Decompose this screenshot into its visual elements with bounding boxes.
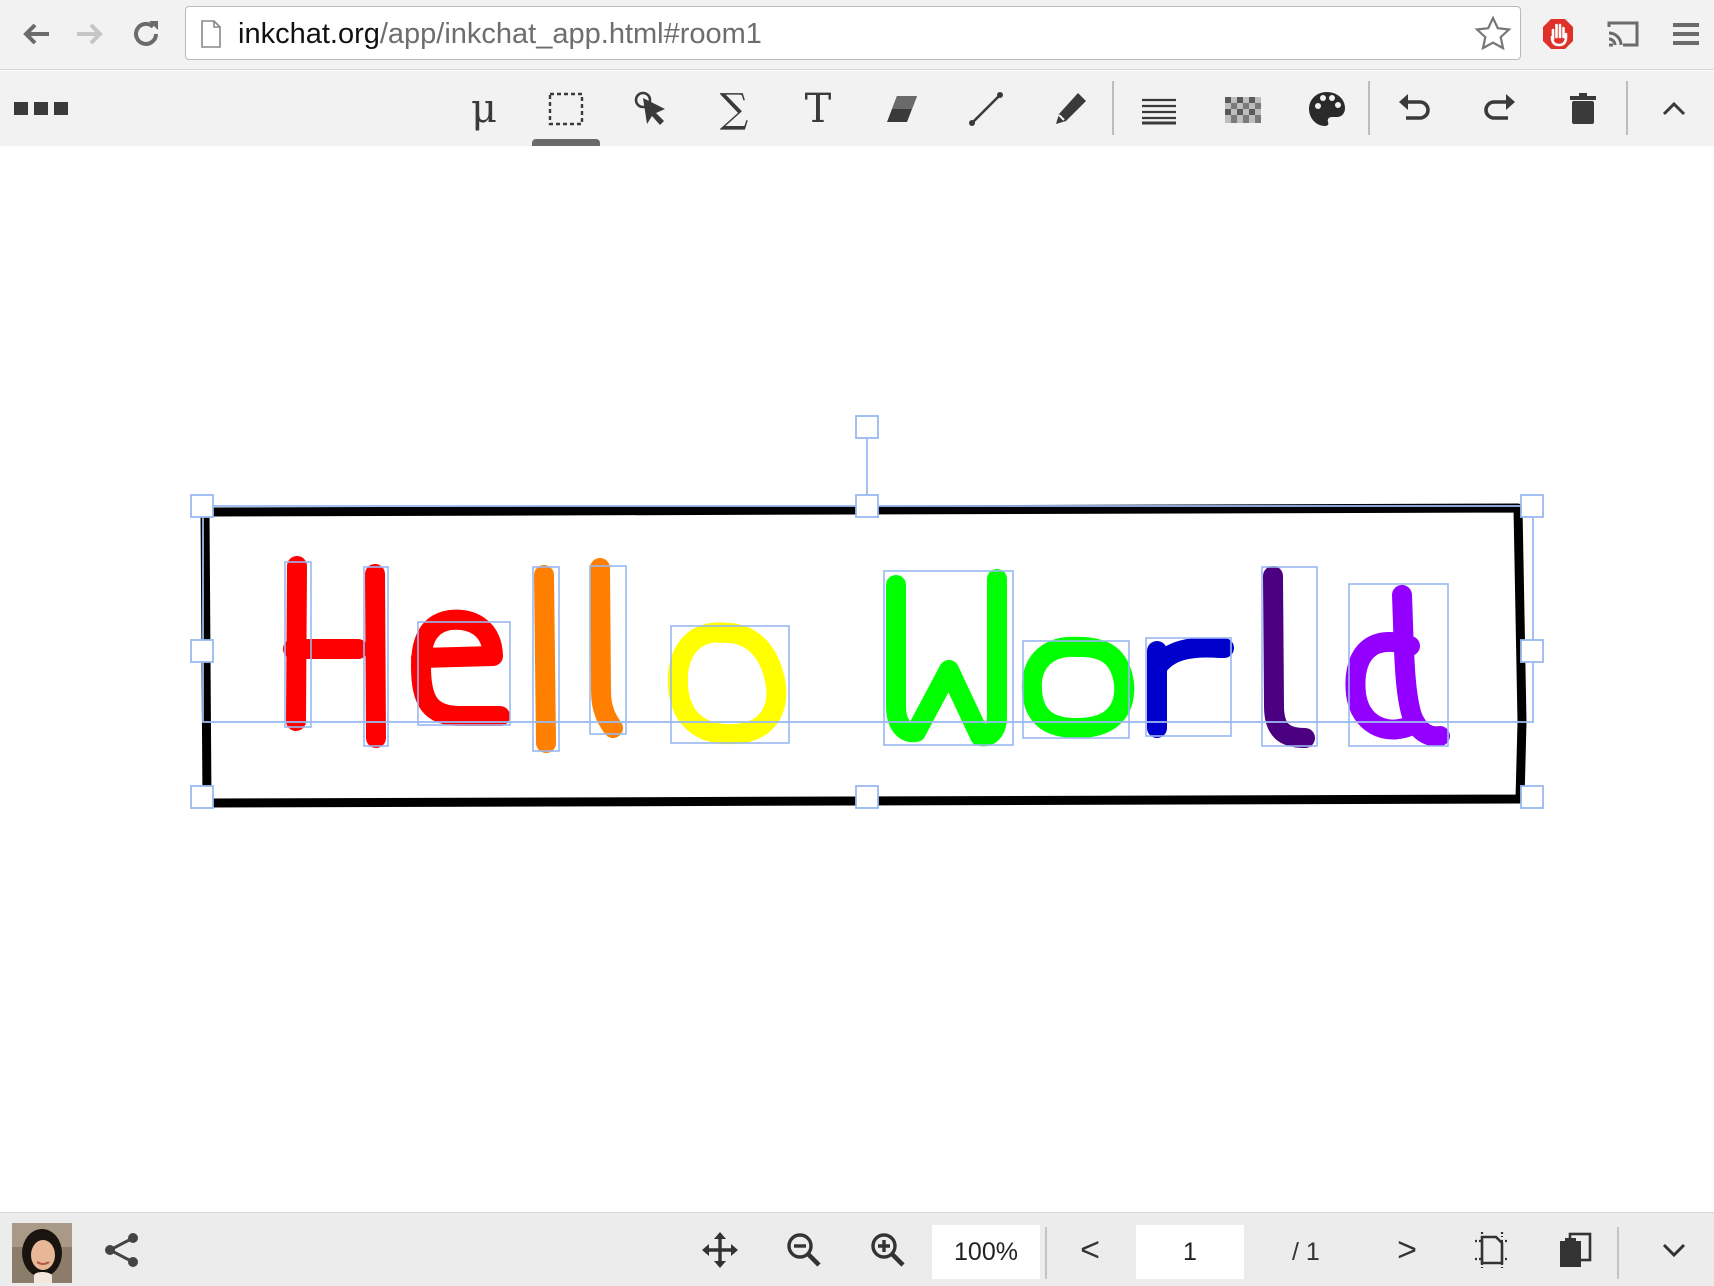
zoom-in-icon: [871, 1233, 905, 1267]
avatar[interactable]: [12, 1223, 72, 1283]
redo-icon: [1484, 93, 1515, 120]
toolbar-divider: [1368, 81, 1370, 135]
resize-handle: [855, 785, 879, 809]
bottombar-divider: [1045, 1227, 1047, 1279]
bottom-toolbar: 100% < 1 / 1 >: [0, 1212, 1714, 1286]
resize-handle: [1520, 494, 1544, 518]
tool-line[interactable]: [948, 71, 1024, 146]
collapse-toolbar-button[interactable]: [1636, 71, 1712, 146]
page-total: / 1: [1292, 1238, 1320, 1266]
letter-d: [1345, 585, 1450, 747]
forward-arrow-icon: [77, 23, 103, 45]
reload-icon: [134, 21, 158, 46]
letter-w: [886, 569, 1007, 747]
back-arrow-icon: [23, 23, 49, 45]
toolbar-divider: [1626, 81, 1628, 135]
zoom-out-icon: [787, 1233, 821, 1267]
delete-button[interactable]: [1545, 71, 1621, 146]
rotate-handle: [855, 415, 879, 439]
three-squares-icon: [14, 101, 68, 115]
letter-r: [1147, 637, 1234, 738]
zoom-level[interactable]: 100%: [932, 1225, 1040, 1279]
tool-pencil[interactable]: [1032, 71, 1108, 146]
line-icon: [969, 91, 1003, 126]
zoom-in-button[interactable]: [858, 1221, 918, 1279]
chevron-down-icon: [1662, 1243, 1686, 1258]
page-number-input[interactable]: 1: [1136, 1225, 1244, 1279]
forward-button[interactable]: [68, 12, 112, 56]
letter-l-1: [534, 565, 556, 753]
back-button[interactable]: [14, 12, 58, 56]
prev-page-button[interactable]: <: [1060, 1221, 1120, 1279]
letter-o-2: [1021, 636, 1135, 739]
url-text: inkchat.org/app/inkchat_app.html#room1: [238, 17, 762, 51]
browser-chrome: inkchat.org/app/inkchat_app.html#room1: [0, 0, 1714, 70]
undo-icon: [1399, 93, 1430, 120]
dashed-rectangle-select-icon: [548, 92, 584, 125]
resize-handle: [855, 494, 879, 518]
tool-select[interactable]: [528, 71, 604, 146]
drawing-toolbar: μ ∑ T: [0, 71, 1714, 146]
share-button[interactable]: [92, 1221, 152, 1279]
undo-button[interactable]: [1377, 71, 1453, 146]
tool-eraser[interactable]: [864, 71, 940, 146]
pointer-touch-icon: [634, 91, 665, 125]
letter-e: [411, 609, 510, 726]
tool-text[interactable]: T: [780, 71, 856, 146]
collapse-bottombar-button[interactable]: [1644, 1221, 1704, 1279]
checker-pattern-icon: [1225, 96, 1261, 123]
tool-sigma[interactable]: ∑: [696, 71, 772, 146]
url-host: inkchat.org: [238, 18, 380, 50]
resize-handle: [190, 494, 214, 518]
drawing-canvas[interactable]: [0, 146, 1714, 1212]
reload-button[interactable]: [124, 12, 168, 56]
cast-icon: [1607, 21, 1639, 47]
selection-box: [190, 415, 1544, 809]
cast-button[interactable]: [1600, 12, 1644, 56]
letter-l-2: [590, 558, 623, 738]
page-icon: [201, 20, 221, 48]
ink-drawing[interactable]: [0, 146, 1714, 1212]
eraser-icon: [887, 95, 917, 122]
resize-handle: [1520, 639, 1544, 663]
toolbar-divider: [1112, 81, 1114, 135]
share-icon: [105, 1233, 138, 1267]
url-path: /app/inkchat_app.html#room1: [379, 18, 762, 50]
stroke-width-icon: [1142, 98, 1176, 124]
fit-page-button[interactable]: [1461, 1221, 1521, 1279]
trash-icon: [1570, 92, 1596, 124]
tool-palette[interactable]: [1289, 71, 1365, 146]
pencil-icon: [1056, 92, 1086, 124]
chevron-up-icon: [1662, 101, 1686, 115]
page-crop-icon: [1475, 1232, 1507, 1268]
move-arrows-icon: [702, 1232, 738, 1268]
redo-button[interactable]: [1461, 71, 1537, 146]
tool-pattern[interactable]: [1205, 71, 1281, 146]
letter-o-1: [667, 622, 787, 745]
bottombar-divider: [1617, 1227, 1619, 1279]
tool-mu[interactable]: μ: [446, 71, 522, 146]
next-page-button[interactable]: >: [1377, 1221, 1437, 1279]
pan-button[interactable]: [690, 1221, 750, 1279]
hamburger-menu-icon: [1673, 23, 1699, 45]
palette-icon: [1309, 91, 1345, 126]
clipboard-pages-icon: [1560, 1232, 1592, 1267]
resize-handle: [190, 785, 214, 809]
resize-handle: [1520, 785, 1544, 809]
app-menu-button[interactable]: [4, 71, 80, 146]
tool-stroke-width[interactable]: [1121, 71, 1197, 146]
paste-button[interactable]: [1545, 1221, 1605, 1279]
letter-l-3: [1263, 566, 1315, 748]
address-bar[interactable]: inkchat.org/app/inkchat_app.html#room1: [185, 6, 1521, 60]
browser-menu-button[interactable]: [1664, 12, 1708, 56]
hand-drawn-frame: [200, 503, 1527, 808]
resize-handle: [190, 639, 214, 663]
stop-hand-icon: [1543, 19, 1573, 49]
extension-button[interactable]: [1536, 12, 1580, 56]
zoom-out-button[interactable]: [774, 1221, 834, 1279]
user-avatar-image: [12, 1223, 72, 1283]
bookmark-star-icon[interactable]: [1474, 15, 1512, 53]
tool-pointer[interactable]: [612, 71, 688, 146]
